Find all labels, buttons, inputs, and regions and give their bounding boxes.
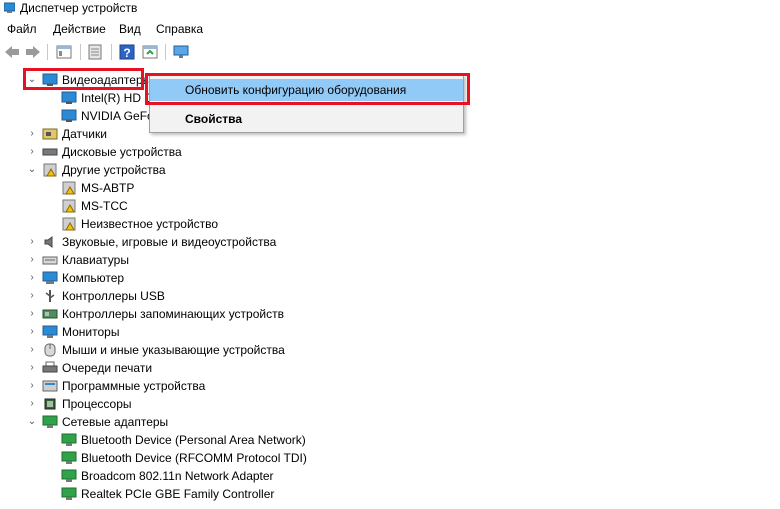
expand-icon[interactable]: › bbox=[26, 143, 38, 161]
svg-text:?: ? bbox=[123, 46, 130, 60]
toolbar-separator bbox=[80, 44, 81, 60]
expand-icon[interactable]: › bbox=[26, 305, 38, 323]
device-manager-icon bbox=[4, 2, 15, 13]
network-adapter-icon bbox=[42, 415, 58, 428]
scan-icon[interactable] bbox=[86, 43, 104, 61]
toolbar-separator bbox=[47, 44, 48, 60]
expand-icon[interactable]: › bbox=[26, 125, 38, 143]
software-device-icon bbox=[42, 380, 58, 392]
back-arrow-icon[interactable] bbox=[3, 43, 21, 61]
monitor-icon bbox=[42, 325, 58, 338]
menu-bar: Файл Действие Вид Справка bbox=[0, 20, 780, 40]
printer-icon bbox=[42, 361, 58, 373]
network-adapter-icon bbox=[61, 451, 77, 464]
expand-icon[interactable]: › bbox=[26, 377, 38, 395]
storage-controller-icon bbox=[42, 309, 58, 319]
expand-icon[interactable]: › bbox=[26, 251, 38, 269]
toolbar-separator bbox=[165, 44, 166, 60]
toolbar-separator bbox=[111, 44, 112, 60]
speaker-icon bbox=[44, 236, 53, 248]
forward-arrow-icon[interactable] bbox=[24, 43, 42, 61]
properties-menu-item[interactable]: Свойства bbox=[150, 108, 463, 130]
unknown-device-warning-icon bbox=[62, 199, 76, 213]
keyboard-icon bbox=[42, 256, 58, 265]
processor-icon bbox=[44, 398, 56, 410]
selection-highlight-box bbox=[23, 68, 144, 90]
menu-file[interactable]: Файл bbox=[7, 22, 37, 36]
other-devices-icon bbox=[43, 163, 57, 177]
monitor-icon[interactable] bbox=[172, 43, 190, 61]
network-adapter-icon bbox=[61, 469, 77, 482]
network-adapter-icon bbox=[61, 487, 77, 500]
expand-icon[interactable]: › bbox=[26, 233, 38, 251]
network-adapter-icon bbox=[61, 433, 77, 446]
toolbar: ? bbox=[0, 41, 780, 65]
display-adapter-icon bbox=[61, 91, 77, 104]
disk-drive-icon bbox=[42, 148, 58, 156]
driver-update-icon[interactable] bbox=[141, 43, 159, 61]
unknown-device-warning-icon bbox=[62, 217, 76, 231]
collapse-icon[interactable]: ⌄ bbox=[26, 413, 38, 431]
expand-icon[interactable]: › bbox=[26, 287, 38, 305]
properties-icon[interactable] bbox=[55, 43, 73, 61]
help-icon[interactable]: ? bbox=[118, 43, 136, 61]
expand-icon[interactable]: › bbox=[26, 395, 38, 413]
display-adapter-icon bbox=[61, 109, 77, 122]
menu-item-highlight-box bbox=[145, 73, 470, 105]
sensor-icon bbox=[42, 128, 58, 140]
unknown-device-warning-icon bbox=[62, 181, 76, 195]
collapse-icon[interactable]: ⌄ bbox=[26, 161, 38, 179]
expand-icon[interactable]: › bbox=[26, 323, 38, 341]
expand-icon[interactable]: › bbox=[26, 359, 38, 377]
menu-view[interactable]: Вид bbox=[119, 22, 141, 36]
expand-icon[interactable]: › bbox=[26, 341, 38, 359]
menu-help[interactable]: Справка bbox=[156, 22, 203, 36]
expand-icon[interactable]: › bbox=[26, 269, 38, 287]
menu-action[interactable]: Действие bbox=[53, 22, 106, 36]
mouse-icon bbox=[44, 343, 56, 357]
usb-icon bbox=[45, 290, 55, 302]
window-title: Диспетчер устройств bbox=[20, 1, 138, 15]
computer-icon bbox=[42, 271, 58, 284]
title-bar: Диспетчер устройств bbox=[0, 0, 780, 18]
